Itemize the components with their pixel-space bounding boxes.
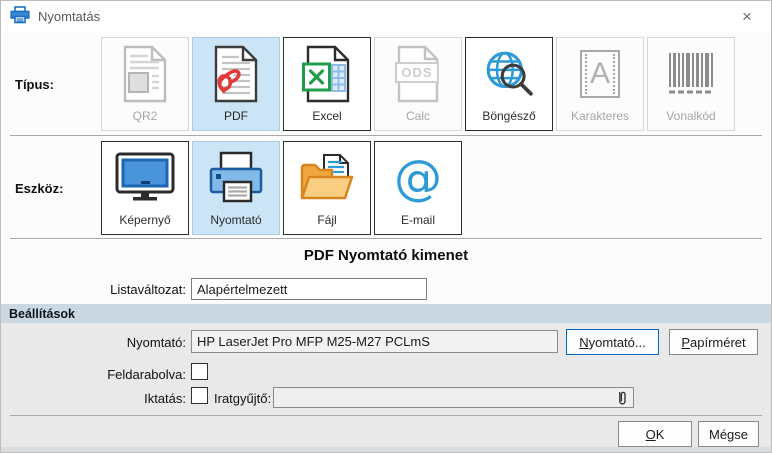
window-title: Nyomtatás bbox=[38, 8, 101, 24]
tile-label: Képernyő bbox=[119, 213, 171, 227]
split-label: Feldarabolva: bbox=[107, 367, 186, 382]
titlebar: Nyomtatás × bbox=[1, 1, 771, 31]
settings-section-header: Beállítások bbox=[1, 304, 771, 323]
list-variant-label: Listaváltozat: bbox=[110, 282, 186, 297]
device-tile-group: Képernyő Nyomtató Fájl @ E-mail bbox=[101, 141, 462, 235]
type-tile-character: A Karakteres bbox=[556, 37, 644, 131]
tile-label: PDF bbox=[224, 109, 248, 123]
browser-globe-icon bbox=[466, 38, 552, 110]
printer-icon bbox=[10, 5, 30, 27]
list-variant-input[interactable]: Alapértelmezett bbox=[191, 278, 427, 300]
device-tile-screen[interactable]: Képernyő bbox=[101, 141, 189, 235]
tile-label: QR2 bbox=[132, 109, 158, 123]
type-tile-barcode: Vonalkód bbox=[647, 37, 735, 131]
type-tile-browser[interactable]: Böngésző bbox=[465, 37, 553, 131]
type-tile-group: QR2 PDF Excel ODS Calc Böngésző A Karakt… bbox=[101, 37, 735, 131]
device-tile-email[interactable]: @ E-mail bbox=[374, 141, 462, 235]
device-tile-printer[interactable]: Nyomtató bbox=[192, 141, 280, 235]
pdf-document-icon bbox=[193, 38, 279, 110]
cancel-button[interactable]: Mégse bbox=[698, 421, 759, 447]
attach-icon[interactable] bbox=[616, 390, 628, 409]
paper-size-button[interactable]: Papírméret bbox=[669, 329, 758, 355]
device-tile-file[interactable]: Fájl bbox=[283, 141, 371, 235]
type-tile-pdf[interactable]: PDF bbox=[192, 37, 280, 131]
printer-label: Nyomtató: bbox=[126, 335, 186, 350]
binder-input[interactable] bbox=[273, 387, 634, 408]
character-a-icon: A bbox=[557, 38, 643, 110]
printer-name-input[interactable]: HP LaserJet Pro MFP M25-M27 PCLmS bbox=[191, 330, 558, 353]
window-bottom-edge bbox=[1, 447, 771, 452]
type-tile-calc: ODS Calc bbox=[374, 37, 462, 131]
tile-label: Karakteres bbox=[570, 109, 630, 123]
tile-label: Vonalkód bbox=[666, 109, 716, 123]
tile-label: E-mail bbox=[400, 213, 435, 227]
divider bbox=[10, 238, 762, 239]
ods-label: ODS bbox=[395, 62, 439, 83]
tile-label: Fájl bbox=[317, 213, 337, 227]
divider bbox=[10, 135, 762, 136]
barcode-icon bbox=[648, 38, 734, 110]
filing-checkbox[interactable] bbox=[191, 387, 208, 404]
at-sign-icon: @ bbox=[375, 142, 461, 214]
device-row-label: Eszköz: bbox=[15, 181, 64, 196]
tile-label: Calc bbox=[405, 109, 430, 123]
ods-document-icon: ODS bbox=[375, 38, 461, 110]
split-checkbox[interactable] bbox=[191, 363, 208, 380]
tile-label: Excel bbox=[312, 109, 342, 123]
type-row-label: Típus: bbox=[15, 77, 54, 92]
monitor-icon bbox=[102, 142, 188, 214]
tile-label: Nyomtató bbox=[210, 213, 262, 227]
output-heading: PDF Nyomtató kimenet bbox=[303, 247, 469, 264]
printer-select-button[interactable]: Nyomtató... bbox=[566, 329, 659, 355]
type-tile-qr2: QR2 bbox=[101, 37, 189, 131]
folder-icon bbox=[284, 142, 370, 214]
print-dialog: Nyomtatás × Típus: QR2 PDF Excel ODS Cal… bbox=[0, 0, 772, 453]
qr2-document-icon bbox=[102, 38, 188, 110]
tile-label: Böngésző bbox=[482, 109, 536, 123]
close-icon[interactable]: × bbox=[735, 5, 759, 29]
excel-document-icon bbox=[284, 38, 370, 110]
ok-button[interactable]: OK bbox=[618, 421, 692, 447]
divider bbox=[10, 415, 762, 416]
character-glyph: A bbox=[589, 57, 610, 90]
filing-label: Iktatás: bbox=[144, 391, 186, 406]
printer-icon bbox=[193, 142, 279, 214]
type-tile-excel[interactable]: Excel bbox=[283, 37, 371, 131]
binder-label: Iratgyűjtő: bbox=[214, 391, 272, 406]
at-glyph: @ bbox=[394, 150, 442, 206]
